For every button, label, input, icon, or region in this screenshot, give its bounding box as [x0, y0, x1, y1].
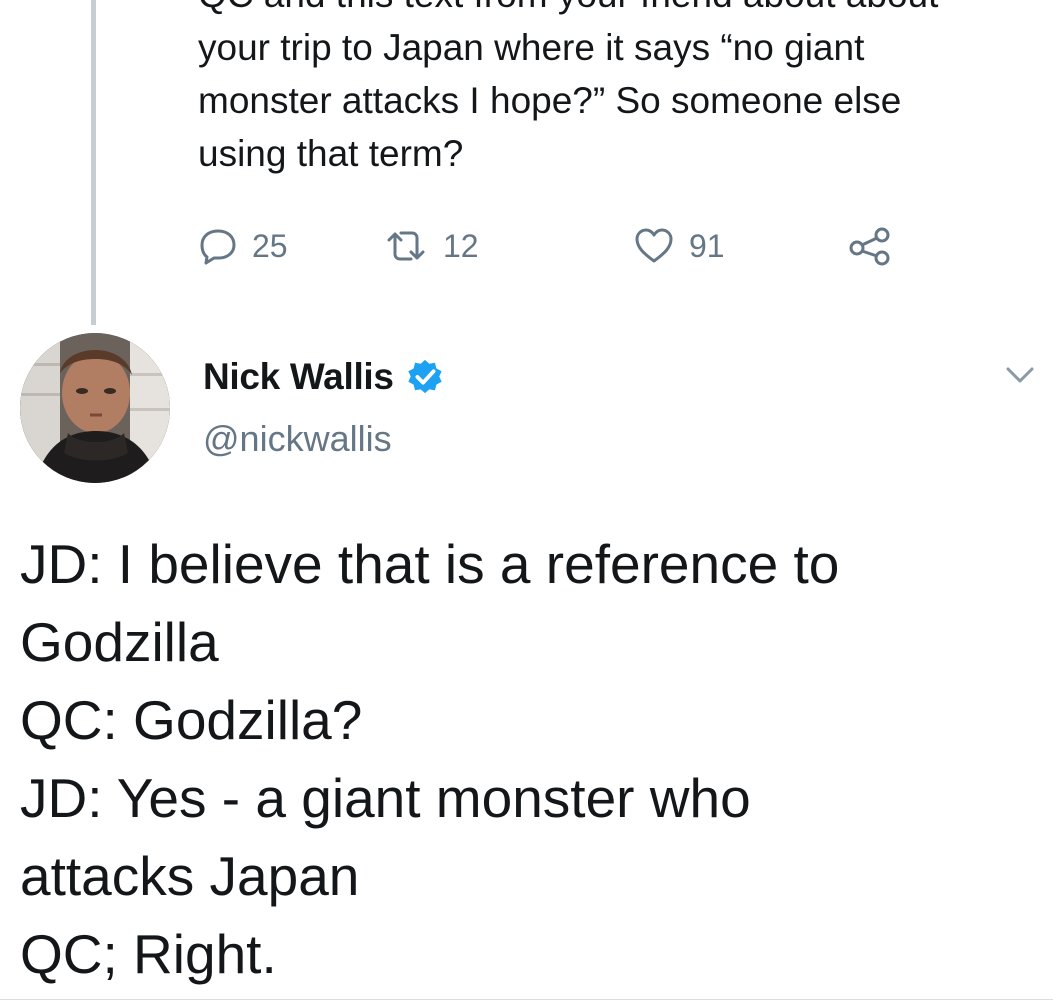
previous-tweet-line: your trip to Japan where it says “no gia…: [198, 27, 865, 68]
previous-tweet-line: monster attacks I hope?” So someone else: [198, 80, 902, 121]
tweet-body-line: Godzilla: [20, 611, 219, 673]
previous-tweet-text: QC and this text from your friend about …: [198, 0, 1038, 180]
tweet-body-line: QC: Godzilla?: [20, 689, 363, 751]
like-button[interactable]: 91: [633, 222, 725, 270]
tweet-action-bar: 25 12 91: [198, 222, 918, 270]
tweet-body-line: JD: I believe that is a reference to: [20, 533, 840, 595]
like-count: 91: [689, 227, 725, 264]
avatar[interactable]: [20, 333, 170, 483]
tweet-body-text: JD: I believe that is a reference to God…: [20, 525, 1040, 993]
verified-badge-icon: [408, 359, 442, 394]
share-button[interactable]: [848, 222, 892, 270]
thread-connector-line: [91, 0, 96, 325]
previous-tweet-line: using that term?: [198, 133, 464, 174]
retweet-count: 12: [443, 227, 479, 264]
tweet-body-line: attacks Japan: [20, 845, 360, 907]
author-display-name[interactable]: Nick Wallis: [203, 356, 394, 398]
reply-count: 25: [252, 227, 288, 264]
heart-icon: [635, 228, 673, 263]
author-handle[interactable]: @nickwallis: [203, 418, 392, 460]
author-name-row: Nick Wallis: [203, 352, 444, 402]
tweet-body-line: QC; Right.: [20, 923, 277, 985]
retweet-icon: [387, 231, 425, 261]
avatar-photo: [20, 333, 170, 483]
divider: [0, 999, 1053, 1000]
reply-icon: [200, 229, 236, 265]
previous-tweet-line: QC and this text from your friend about …: [198, 0, 938, 15]
chevron-down-icon[interactable]: [1000, 360, 1040, 390]
retweet-button[interactable]: 12: [383, 222, 479, 270]
share-icon: [849, 227, 890, 266]
reply-button[interactable]: 25: [198, 222, 288, 270]
tweet-body-line: JD: Yes - a giant monster who: [20, 767, 751, 829]
